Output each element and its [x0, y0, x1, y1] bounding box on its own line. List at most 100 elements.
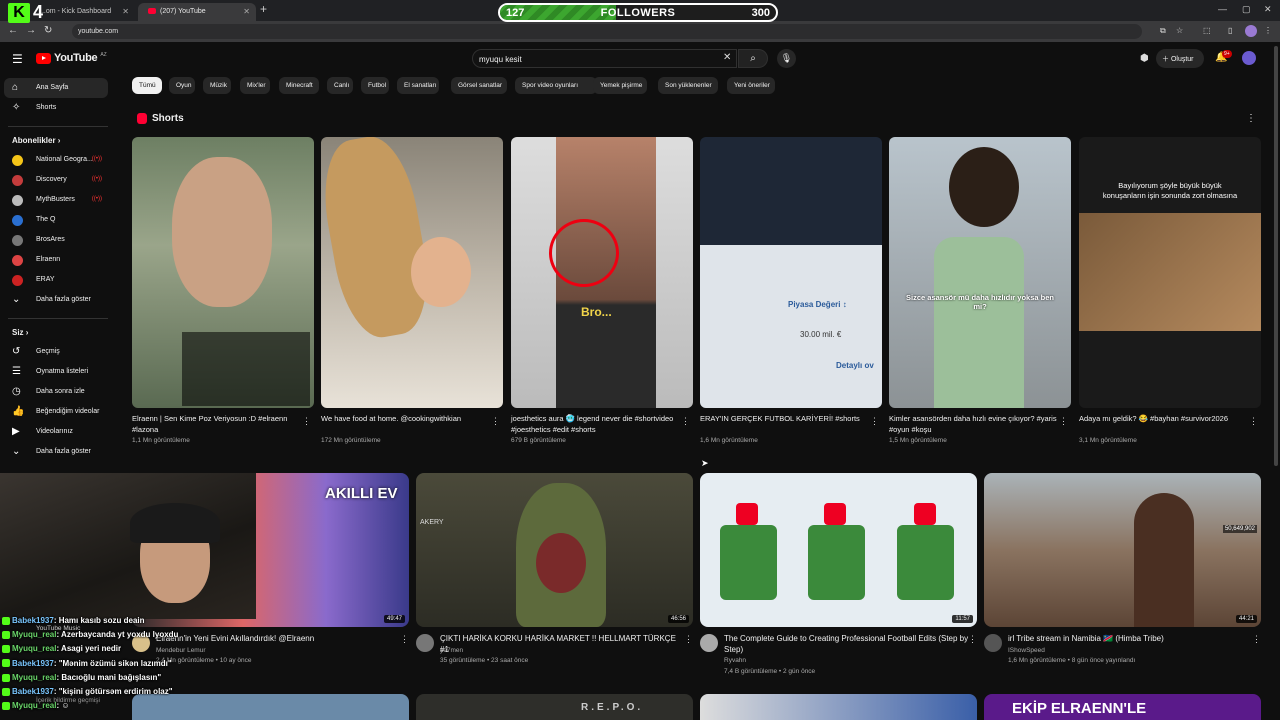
chip-filter[interactable]: Oyun: [169, 77, 195, 94]
reload-icon[interactable]: ↻: [44, 25, 52, 36]
more-options-icon[interactable]: ⋮: [400, 634, 409, 645]
chip-filter[interactable]: Spor video oyunları: [515, 77, 597, 94]
sidebar-item-watch-later[interactable]: ◷ Daha sonra izle: [4, 382, 108, 402]
new-tab-button[interactable]: +: [260, 2, 267, 16]
video-thumbnail[interactable]: 50,649,902 44:21: [984, 473, 1261, 627]
chip-filter[interactable]: Futbol: [361, 77, 389, 94]
create-button[interactable]: ＋ Oluştur: [1156, 49, 1204, 68]
short-title[interactable]: Elraenn | Sen Kime Poz Veriyosun :D #elr…: [132, 413, 300, 435]
channel-name[interactable]: IShowSpeed: [1008, 646, 1045, 656]
more-options-icon[interactable]: ⋮: [1252, 634, 1261, 645]
sidebar-item-home[interactable]: ⌂ Ana Sayfa: [4, 78, 108, 98]
channel-name[interactable]: Ryvahn: [724, 656, 746, 666]
chip-filter[interactable]: Görsel sanatlar: [451, 77, 507, 94]
minimize-icon[interactable]: —: [1218, 4, 1227, 14]
short-thumbnail[interactable]: Piyasa Değeri ↕ 30.00 mil. € Detaylı ov: [700, 137, 882, 408]
short-title[interactable]: ERAY'IN GERÇEK FUTBOL KARİYERİ! #shorts: [700, 413, 868, 424]
star-icon[interactable]: ☆: [1176, 26, 1183, 35]
chip-filter[interactable]: Canlı: [327, 77, 353, 94]
short-title[interactable]: Kimler asansörden daha hızlı evine çıkıy…: [889, 413, 1057, 435]
chip-filter[interactable]: Minecraft: [279, 77, 319, 94]
more-options-icon[interactable]: ⋮: [1249, 416, 1258, 427]
voice-search-button[interactable]: 🎙: [777, 49, 796, 68]
more-options-icon[interactable]: ⋮: [870, 416, 879, 427]
sidebar-item-subscription[interactable]: Discovery ((•)): [4, 170, 108, 190]
video-thumbnail[interactable]: [132, 694, 409, 720]
install-icon[interactable]: ⧉: [1160, 26, 1166, 36]
subscriptions-header[interactable]: Abonelikler ›: [12, 136, 60, 145]
browser-menu-icon[interactable]: ⋮: [1264, 26, 1272, 35]
more-options-icon[interactable]: ⋮: [1246, 113, 1256, 124]
short-thumbnail[interactable]: [321, 137, 503, 408]
cast-icon[interactable]: ⬢: [1140, 53, 1149, 64]
sidebar-item-subscription[interactable]: The Q: [4, 210, 108, 230]
hamburger-menu-icon[interactable]: ☰: [12, 52, 23, 66]
short-thumbnail[interactable]: [132, 137, 314, 408]
channel-avatar[interactable]: [700, 634, 718, 652]
sidebar-item-subscription[interactable]: National Geogra... ((•)): [4, 150, 108, 170]
chip-filter[interactable]: Yeni öneriler: [727, 77, 775, 94]
close-icon[interactable]: ✕: [122, 7, 129, 16]
browser-profile-avatar[interactable]: [1245, 25, 1257, 37]
chip-filter[interactable]: Son yüklenenler: [658, 77, 718, 94]
chip-filter[interactable]: Yemek pişirme: [593, 77, 647, 94]
back-icon[interactable]: ←: [8, 25, 18, 36]
video-thumbnail[interactable]: 11:57: [700, 473, 977, 627]
channel-name[interactable]: ye7men: [440, 646, 463, 656]
channel-avatar[interactable]: [416, 634, 434, 652]
sidebar-item-subscription[interactable]: ERAY: [4, 270, 108, 290]
video-thumbnail[interactable]: R.E.P.O.: [416, 694, 693, 720]
short-title[interactable]: We have food at home. @cookingwithkian: [321, 413, 489, 424]
short-thumbnail[interactable]: Bayılıyorum şöyle büyük büyük konuşanlar…: [1079, 137, 1261, 408]
video-title[interactable]: ÇIKTI HARİKA KORKU HARİKA MARKET !! HELL…: [440, 633, 685, 655]
tab-youtube[interactable]: (207) YouTube ✕: [138, 3, 256, 21]
search-button[interactable]: ⌕: [738, 49, 768, 68]
chip-filter[interactable]: El sanatları: [397, 77, 439, 94]
sidebar-item-shorts[interactable]: ✧ Shorts: [4, 98, 108, 118]
more-options-icon[interactable]: ⋮: [684, 634, 693, 645]
sidebar-item-history[interactable]: ↺ Geçmiş: [4, 342, 108, 362]
more-options-icon[interactable]: ⋮: [1059, 416, 1068, 427]
sidebar-item-subscription[interactable]: BrosAres: [4, 230, 108, 250]
chip-filter[interactable]: Müzik: [203, 77, 231, 94]
video-title[interactable]: The Complete Guide to Creating Professio…: [724, 633, 969, 655]
more-options-icon[interactable]: ⋮: [968, 634, 977, 645]
short-thumbnail[interactable]: Bro...: [511, 137, 693, 408]
extensions-icon[interactable]: ⬚: [1203, 26, 1211, 35]
more-options-icon[interactable]: ⋮: [491, 416, 500, 427]
channel-avatar[interactable]: [984, 634, 1002, 652]
video-thumbnail[interactable]: AKERY 46:56: [416, 473, 693, 627]
sidebar-item-playlists[interactable]: ☰ Oynatma listeleri: [4, 362, 108, 382]
close-window-icon[interactable]: ✕: [1264, 4, 1272, 15]
short-title[interactable]: Adaya mı geldik? 😂 #bayhan #survivor2026: [1079, 413, 1247, 424]
chip-filter[interactable]: Tümü: [132, 77, 162, 94]
maximize-icon[interactable]: ▢: [1242, 4, 1251, 15]
forward-icon[interactable]: →: [26, 25, 36, 36]
channel-name[interactable]: Mendebur Lemur: [156, 646, 206, 656]
video-thumbnail[interactable]: [700, 694, 977, 720]
sidebar-item-subscription[interactable]: MythBusters ((•)): [4, 190, 108, 210]
scrollbar[interactable]: [1274, 46, 1278, 466]
youtube-logo[interactable]: YouTube AZ: [36, 52, 107, 64]
clear-search-icon[interactable]: ✕: [723, 52, 731, 63]
url-field[interactable]: youtube.com: [72, 24, 1142, 39]
video-thumbnail[interactable]: EKİP ELRAENN'LE: [984, 694, 1261, 720]
close-icon[interactable]: ✕: [243, 7, 250, 16]
short-title[interactable]: joesthetics aura 🥶 legend never die #sho…: [511, 413, 679, 435]
video-title[interactable]: Elraenn'in Yeni Evini Akıllandırdık! @El…: [156, 633, 401, 644]
sidebar-item-your-videos[interactable]: ▶ Videolarınız: [4, 422, 108, 442]
more-options-icon[interactable]: ⋮: [302, 416, 311, 427]
sidebar-item-subscription[interactable]: Elraenn: [4, 250, 108, 270]
sidepanel-icon[interactable]: ▯: [1228, 26, 1232, 35]
more-options-icon[interactable]: ⋮: [681, 416, 690, 427]
sidebar-item-liked[interactable]: 👍 Beğendiğim videolar: [4, 402, 108, 422]
search-input[interactable]: myuqu kesit: [472, 49, 737, 68]
video-title[interactable]: irl Tribe stream in Namibia 🇳🇦 (Himba Tr…: [1008, 633, 1253, 644]
sidebar-item-show-more[interactable]: ⌄ Daha fazla göster: [4, 290, 108, 310]
sidebar-item-you-more[interactable]: ⌄ Daha fazla göster: [4, 442, 108, 462]
short-thumbnail[interactable]: Sizce asansör mü daha hızlıdır yoksa ben…: [889, 137, 1071, 408]
you-header[interactable]: Siz ›: [12, 328, 28, 337]
account-avatar[interactable]: [1242, 51, 1256, 65]
chip-filter[interactable]: Mix'ler: [240, 77, 270, 94]
tab-kick-dashboard[interactable]: ...om - Kick Dashboard ✕: [30, 3, 135, 21]
